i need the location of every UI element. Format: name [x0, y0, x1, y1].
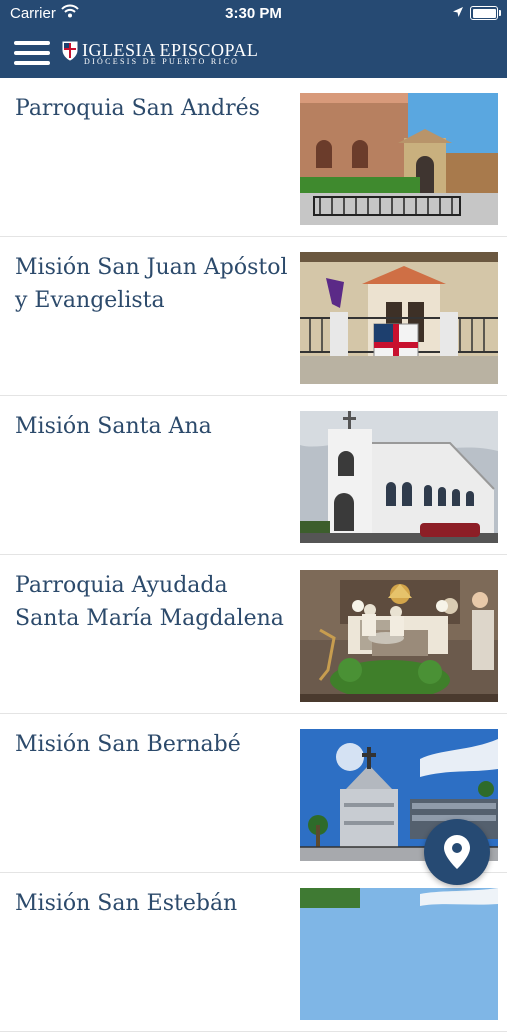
church-photo: [300, 888, 498, 1020]
map-button[interactable]: [424, 819, 490, 885]
church-name: Parroquia Ayudada Santa María Magdalena: [15, 573, 284, 631]
menu-line-icon: [14, 41, 50, 45]
church-item-santa-maria-magdalena[interactable]: Parroquia Ayudada Santa María Magdalena: [0, 555, 507, 714]
hamburger-menu-button[interactable]: [14, 40, 50, 66]
church-photo: [300, 411, 498, 543]
church-item-san-esteban[interactable]: Misión San Estebán: [0, 873, 507, 1032]
battery-icon: [470, 6, 501, 20]
menu-line-icon: [14, 61, 50, 65]
location-arrow-icon: [453, 7, 463, 17]
brand-subtitle: DIÓCESIS DE PUERTO RICO: [84, 57, 240, 66]
church-photo: [300, 570, 498, 702]
episcopal-shield-icon: [62, 41, 78, 61]
church-name: Misión San Juan Apóstol y Evangelista: [15, 255, 288, 313]
church-name: Misión San Estebán: [15, 891, 238, 916]
church-list: Parroquia San Andrés Misión San Juan Apó…: [0, 78, 507, 1032]
church-photo: [300, 93, 498, 225]
church-name: Misión Santa Ana: [15, 414, 212, 439]
church-name: Misión San Bernabé: [15, 732, 241, 757]
app-header: Carrier 3:30 PM IGLESIA EPISCOPAL DIÓCES…: [0, 0, 507, 78]
church-name: Parroquia San Andrés: [15, 96, 260, 121]
menu-line-icon: [14, 51, 50, 55]
church-photo: [300, 252, 498, 384]
church-item-santa-ana[interactable]: Misión Santa Ana: [0, 396, 507, 555]
status-bar: Carrier 3:30 PM: [0, 0, 507, 28]
church-item-san-andres[interactable]: Parroquia San Andrés: [0, 78, 507, 237]
church-item-san-juan[interactable]: Misión San Juan Apóstol y Evangelista: [0, 237, 507, 396]
map-pin-icon: [444, 835, 470, 869]
clock: 3:30 PM: [225, 5, 282, 22]
